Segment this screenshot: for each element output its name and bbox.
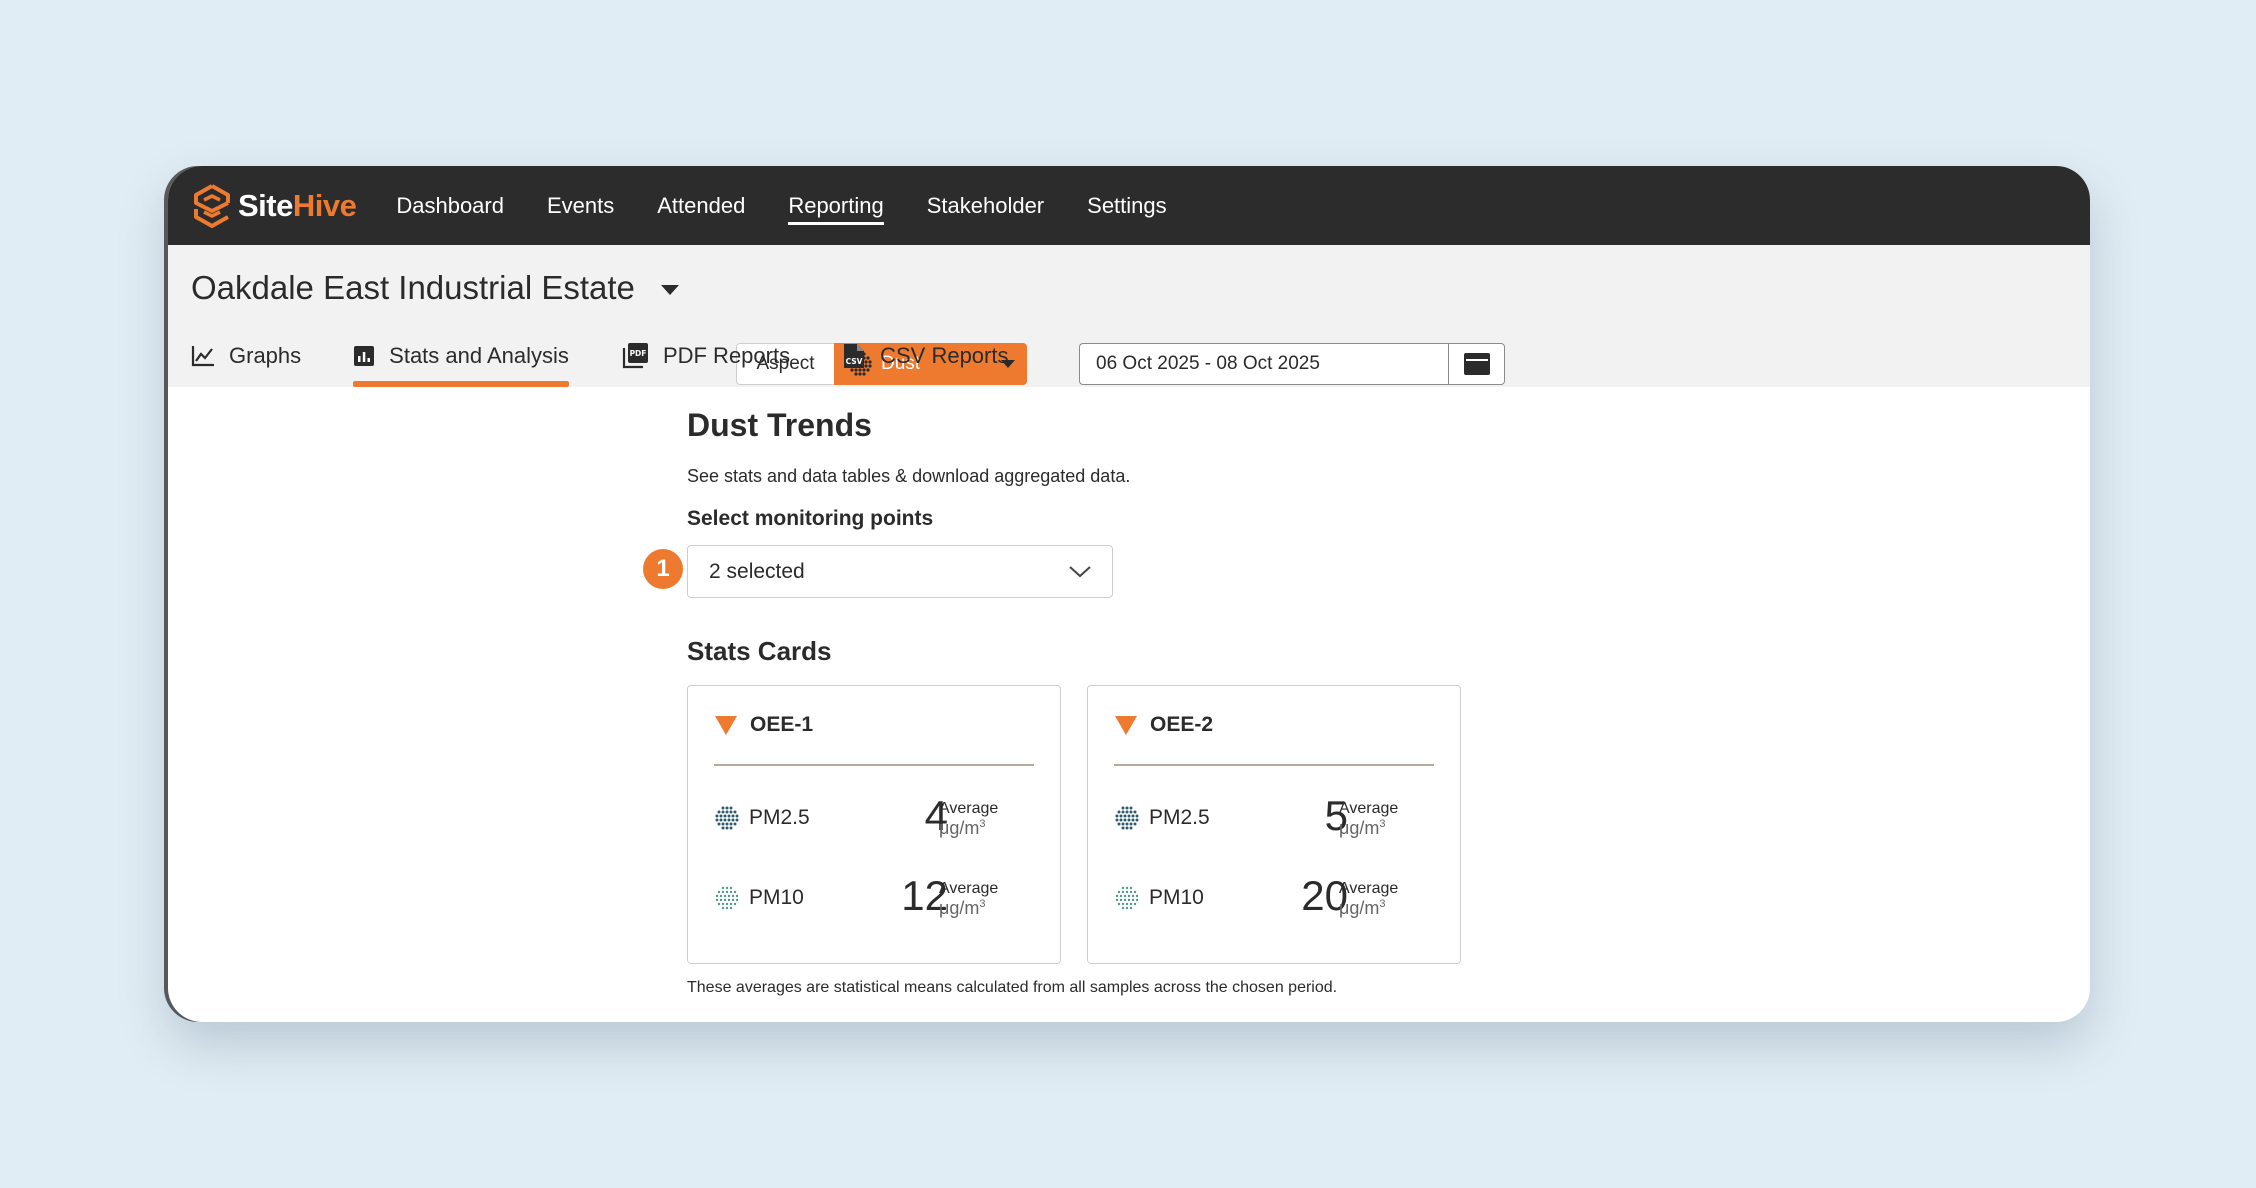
bar-chart-icon [353, 345, 375, 367]
report-tabs: Graphs Stats and Analysis PDF PDF Report… [191, 335, 1060, 387]
calendar-icon [1463, 353, 1490, 375]
metric-name: PM2.5 [1149, 806, 1210, 829]
metric-row: PM2.5 5 Average μg/m3 [1114, 778, 1434, 858]
csv-file-icon: CSV [842, 342, 866, 370]
metric-row: PM2.5 4 Average μg/m3 [714, 778, 1034, 858]
metric-name: PM10 [1149, 886, 1204, 909]
pm10-icon [715, 886, 739, 910]
unit-text: μg/m [939, 898, 980, 919]
nav-events[interactable]: Events [547, 187, 614, 225]
calendar-button[interactable] [1448, 343, 1505, 385]
sitehive-logo-icon [194, 183, 230, 228]
unit-text: μg/m [1339, 818, 1380, 839]
metric-row: PM10 12 Average μg/m3 [714, 858, 1034, 938]
tab-pdf-reports[interactable]: PDF PDF Reports [621, 335, 790, 387]
metric-unit: Average μg/m3 [1339, 880, 1398, 919]
site-name: Oakdale East Industrial Estate [191, 269, 635, 306]
card-title: OEE-2 [1150, 713, 1214, 736]
metric-avg-label: Average [1339, 880, 1399, 897]
metric-row: PM10 20 Average μg/m3 [1114, 858, 1434, 938]
stats-cards-title: Stats Cards [687, 636, 832, 666]
card-header: OEE-1 [714, 686, 1034, 766]
monitor-marker-icon [715, 716, 737, 735]
metric-avg-label: Average [939, 880, 999, 897]
sitehive-logo[interactable]: SiteHive [190, 183, 357, 229]
nav-attended[interactable]: Attended [657, 187, 745, 225]
tab-csv-reports[interactable]: CSV CSV Reports [842, 335, 1008, 387]
metric-unit: Average μg/m3 [939, 880, 998, 919]
tab-stats-and-analysis[interactable]: Stats and Analysis [353, 335, 569, 387]
tab-label: PDF Reports [662, 343, 791, 368]
site-selector[interactable]: Oakdale East Industrial Estate [191, 269, 679, 307]
chevron-down-icon [1069, 565, 1091, 577]
main-content: Dust Trends See stats and data tables & … [643, 407, 1507, 997]
line-chart-icon [191, 345, 215, 367]
pm25-icon [1115, 806, 1139, 830]
tab-graphs[interactable]: Graphs [191, 335, 301, 387]
page-title: Dust Trends [687, 407, 872, 443]
tab-label: CSV Reports [880, 343, 1009, 368]
select-value: 2 selected [709, 559, 805, 583]
metric-avg-label: Average [939, 800, 999, 817]
tab-label: Stats and Analysis [389, 343, 569, 368]
stats-footnote: These averages are statistical means cal… [687, 979, 1338, 996]
card-header: OEE-2 [1114, 686, 1434, 766]
unit-text: μg/m [939, 818, 980, 839]
page-description: See stats and data tables & download agg… [687, 466, 1131, 486]
pm10-icon [1115, 886, 1139, 910]
metric-name: PM2.5 [749, 806, 810, 829]
logo-text: SiteHive [238, 187, 357, 223]
stats-card: OEE-2 PM2.5 5 Average μg/m3 PM10 20 Aver… [1087, 685, 1461, 964]
date-range-picker [1079, 343, 1505, 385]
caret-down-icon [660, 285, 679, 295]
stats-card: OEE-1 PM2.5 4 Average μg/m3 PM10 12 Aver… [687, 685, 1061, 964]
monitoring-points-wrap: 1 2 selected [643, 545, 1507, 598]
tab-label: Graphs [229, 343, 302, 368]
nav-settings[interactable]: Settings [1087, 187, 1167, 225]
sub-header: Oakdale East Industrial Estate Aspect Du… [168, 245, 2090, 387]
step-badge: 1 [643, 549, 683, 589]
monitoring-points-select[interactable]: 2 selected [687, 545, 1113, 598]
card-title: OEE-1 [750, 713, 814, 736]
unit-sup: 3 [1379, 818, 1386, 831]
pm25-icon [715, 806, 739, 830]
nav-stakeholder[interactable]: Stakeholder [927, 187, 1044, 225]
unit-text: μg/m [1339, 898, 1380, 919]
date-range-input[interactable] [1079, 343, 1448, 385]
nav-dashboard[interactable]: Dashboard [396, 187, 504, 225]
app-window: SiteHive Dashboard Events Attended Repor… [168, 166, 2090, 1022]
metric-unit: Average μg/m3 [939, 800, 998, 839]
top-nav: SiteHive Dashboard Events Attended Repor… [168, 166, 2090, 245]
svg-text:CSV: CSV [846, 357, 863, 366]
metric-avg-label: Average [1339, 800, 1399, 817]
svg-text:PDF: PDF [630, 349, 647, 358]
monitor-marker-icon [1115, 716, 1137, 735]
unit-sup: 3 [979, 818, 986, 831]
stats-cards: OEE-1 PM2.5 4 Average μg/m3 PM10 12 Aver… [687, 685, 1507, 964]
unit-sup: 3 [1379, 898, 1386, 911]
metric-name: PM10 [749, 886, 804, 909]
nav-reporting[interactable]: Reporting [788, 187, 885, 225]
unit-sup: 3 [979, 898, 986, 911]
pdf-file-icon: PDF [621, 342, 649, 370]
monitoring-points-label: Select monitoring points [687, 507, 934, 530]
metric-unit: Average μg/m3 [1339, 800, 1398, 839]
